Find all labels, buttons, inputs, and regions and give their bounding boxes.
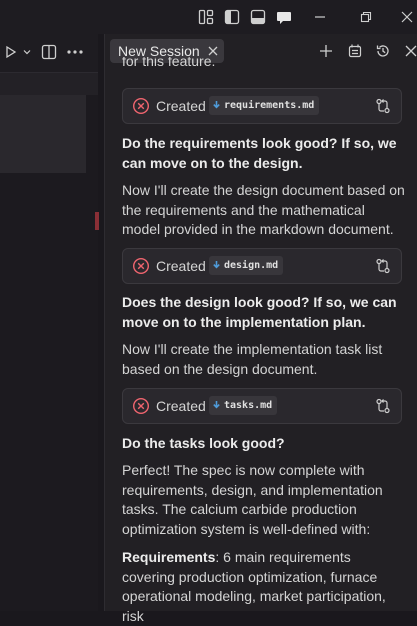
- error-circle-icon: [132, 97, 150, 121]
- close-icon[interactable]: [398, 8, 416, 26]
- chat-panel: New Session for this feature. Created re…: [104, 34, 417, 624]
- message-spec-complete: Perfect! The spec is now complete with r…: [122, 462, 383, 537]
- editor-tab-strip: [0, 72, 98, 96]
- file-chip[interactable]: tasks.md: [209, 396, 278, 415]
- question-requirements: Do the requirements look good? If so, we…: [122, 135, 397, 171]
- requirements-label: Requirements: [122, 549, 216, 565]
- card-status: Created: [156, 398, 206, 414]
- clipped-text: for this feature.: [122, 57, 216, 69]
- toggle-panel-icon[interactable]: [249, 8, 267, 26]
- chevron-down-icon[interactable]: [18, 43, 36, 61]
- markdown-file-icon: [213, 101, 220, 109]
- requirements-summary: Requirements: 6 main requirements coveri…: [122, 548, 406, 626]
- chat-icon[interactable]: [275, 8, 293, 26]
- layout-customize-icon[interactable]: [197, 8, 215, 26]
- editor-error-marker: [95, 212, 99, 230]
- split-editor-icon[interactable]: [40, 43, 58, 61]
- file-created-card: Created design.md: [122, 248, 402, 284]
- file-name: tasks.md: [224, 399, 273, 411]
- file-chip[interactable]: requirements.md: [209, 96, 320, 115]
- markdown-file-icon: [213, 401, 220, 409]
- editor-scrollbar[interactable]: [86, 95, 98, 611]
- title-bar: [0, 0, 417, 34]
- card-status: Created: [156, 98, 206, 114]
- markdown-file-icon: [213, 261, 220, 269]
- error-circle-icon: [132, 397, 150, 421]
- editor-body: [0, 173, 98, 611]
- error-circle-icon: [132, 257, 150, 281]
- revert-changes-icon[interactable]: [374, 397, 392, 421]
- file-name: requirements.md: [224, 99, 315, 111]
- restore-icon[interactable]: [357, 8, 375, 26]
- file-name: design.md: [224, 259, 279, 271]
- card-status: Created: [156, 258, 206, 274]
- message-design-intro: Now I'll create the design document base…: [122, 182, 405, 237]
- question-design: Does the design look good? If so, we can…: [122, 294, 397, 330]
- toggle-sidebar-icon[interactable]: [223, 8, 241, 26]
- more-icon[interactable]: [66, 43, 84, 61]
- editor-panel: [0, 95, 86, 173]
- revert-changes-icon[interactable]: [374, 97, 392, 121]
- message-tasks-intro: Now I'll create the implementation task …: [122, 341, 383, 377]
- file-chip[interactable]: design.md: [209, 256, 284, 275]
- file-created-card: Created requirements.md: [122, 88, 402, 124]
- editor-toolbar: [0, 34, 98, 72]
- minimize-icon[interactable]: [311, 8, 329, 26]
- file-created-card: Created tasks.md: [122, 388, 402, 424]
- question-tasks: Do the tasks look good?: [122, 435, 285, 451]
- revert-changes-icon[interactable]: [374, 257, 392, 281]
